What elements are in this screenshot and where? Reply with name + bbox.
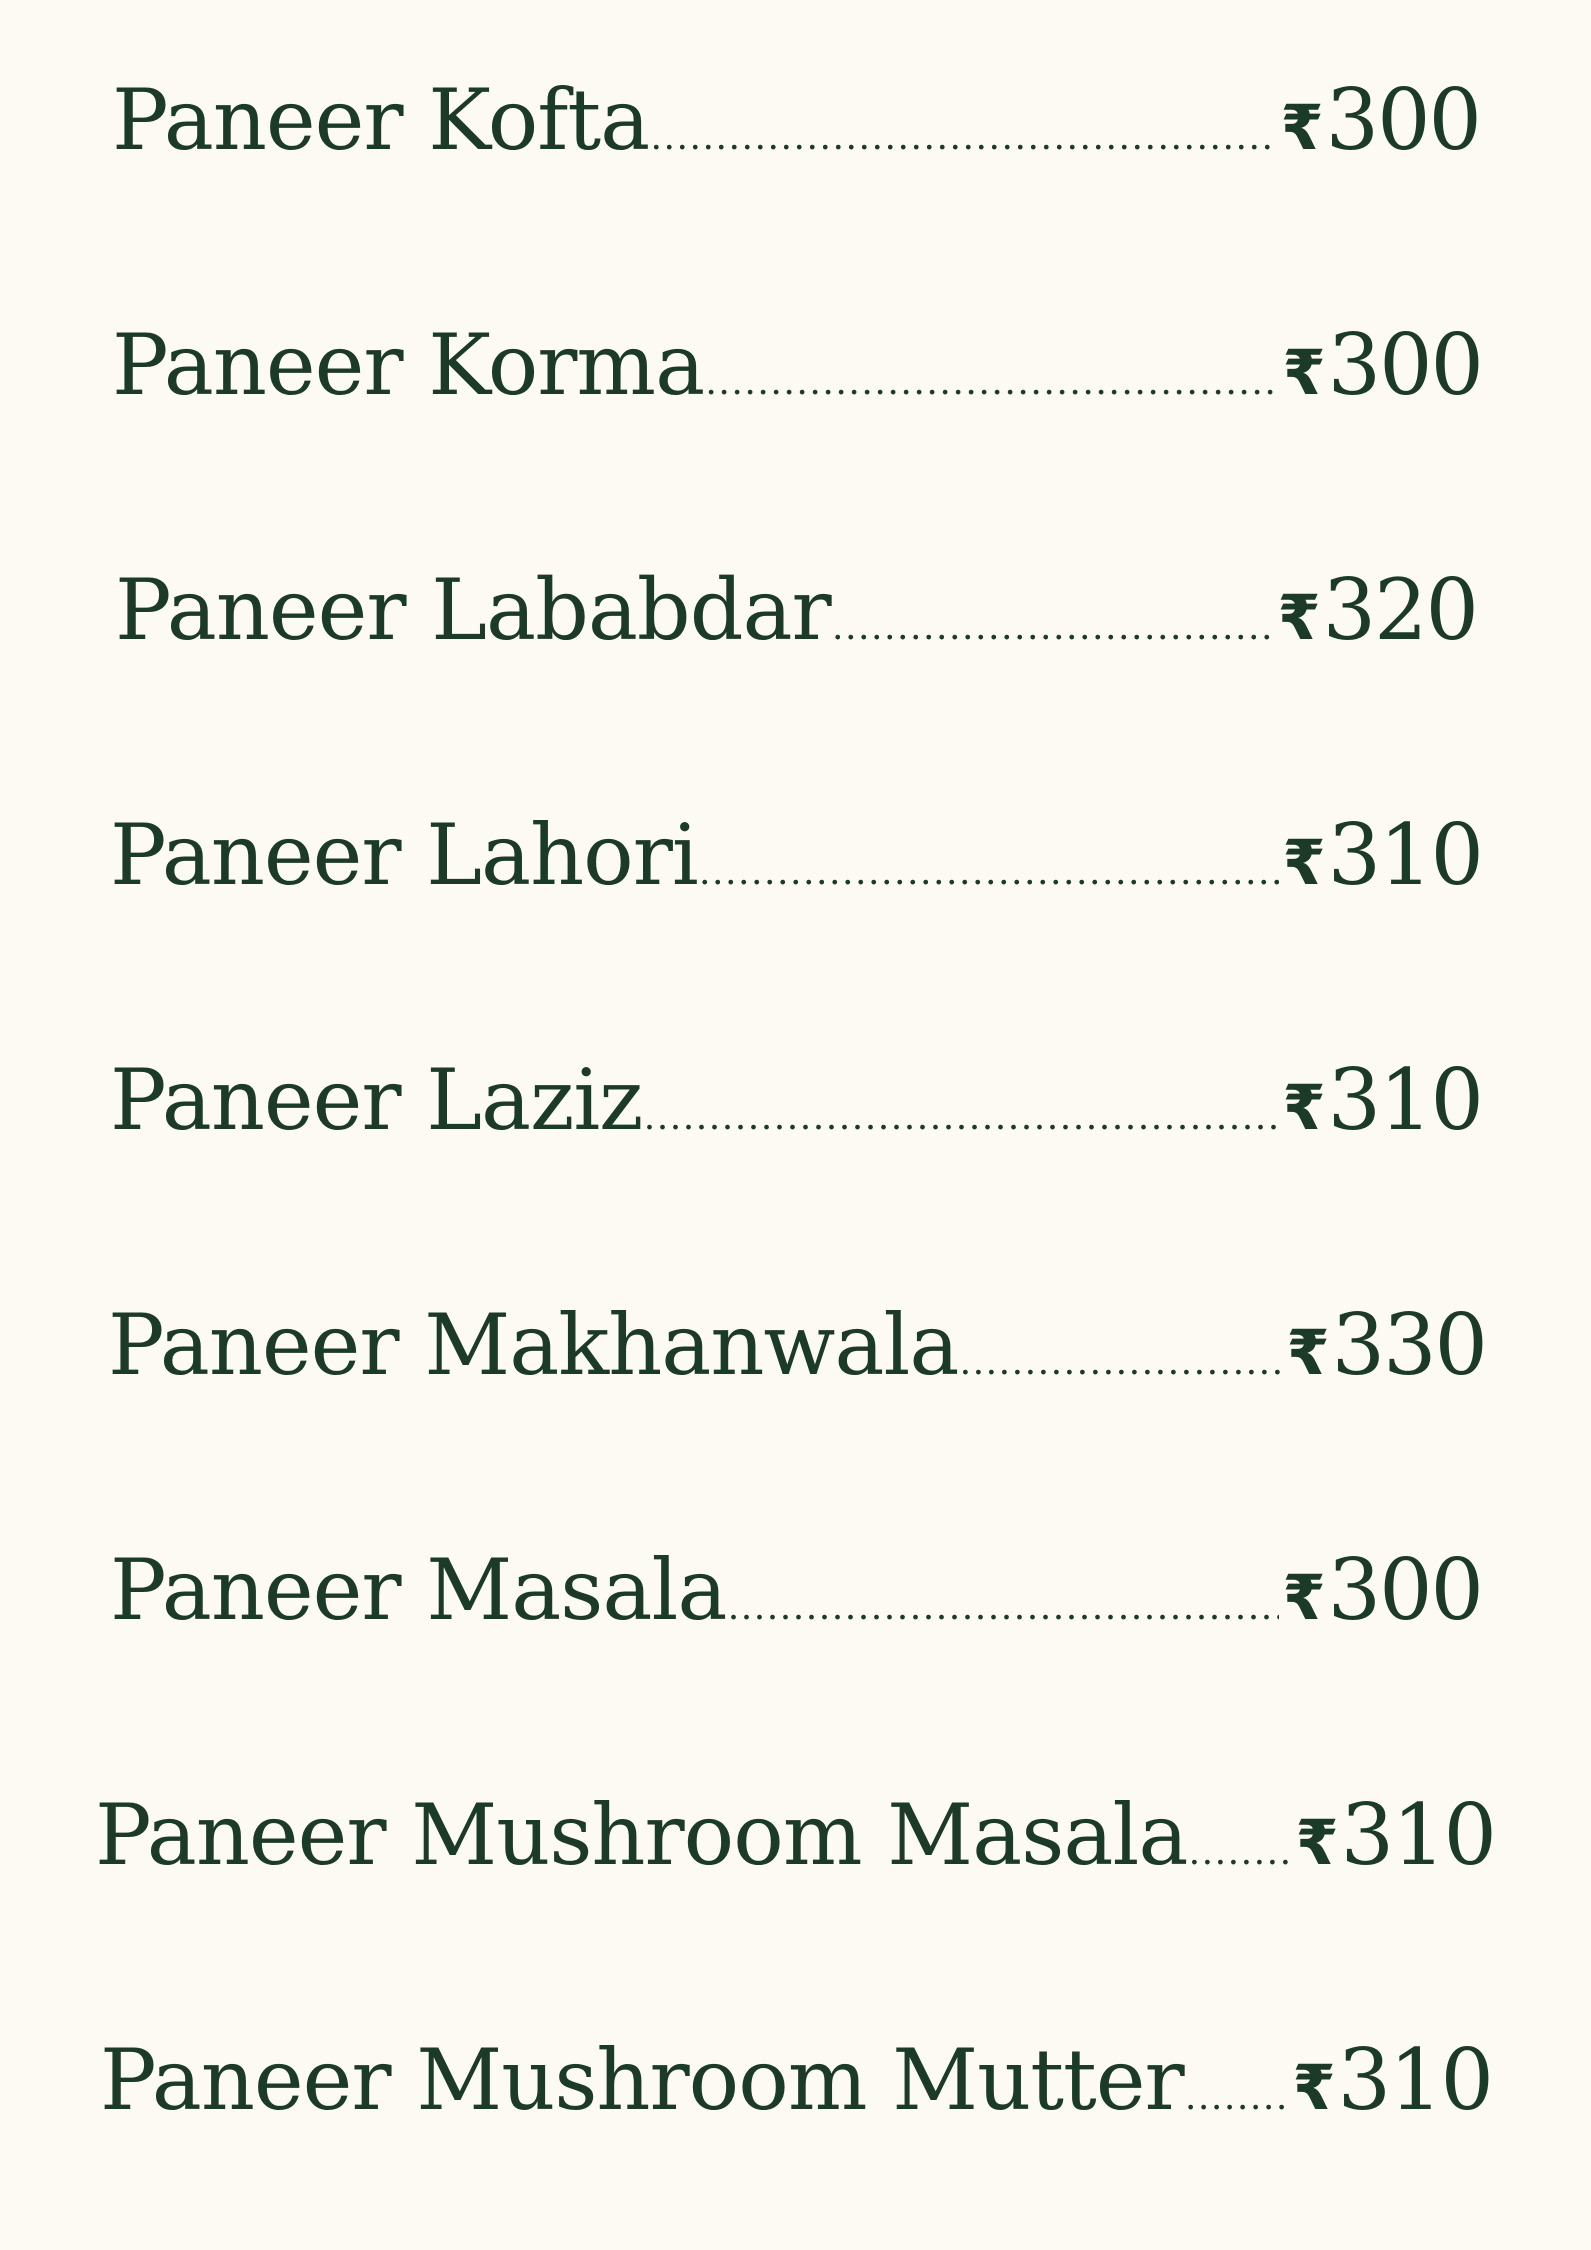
item-name: Paneer Lahori: [110, 806, 699, 904]
dot-leader: [644, 1061, 1278, 1155]
menu-item: Paneer Korma ₹300: [112, 310, 1482, 420]
price-amount: 330: [1331, 1296, 1486, 1394]
item-name: Paneer Kofta: [112, 71, 650, 169]
menu-item: Paneer Mushroom Mutter ₹310: [100, 2025, 1492, 2135]
dot-leader: [700, 816, 1279, 910]
dot-leader: [651, 81, 1276, 175]
rupee-icon: ₹: [1277, 581, 1321, 654]
rupee-icon: ₹: [1280, 91, 1324, 164]
item-name: Paneer Makhanwala: [108, 1296, 959, 1394]
item-name: Paneer Masala: [110, 1541, 727, 1639]
item-name: Paneer Mushroom Mutter: [100, 2031, 1185, 2129]
rupee-icon: ₹: [1292, 2051, 1336, 2124]
dot-leader: [960, 1306, 1282, 1400]
price-amount: 320: [1322, 561, 1477, 659]
price-amount: 310: [1327, 806, 1482, 904]
menu-item: Paneer Masala ₹300: [110, 1535, 1482, 1645]
item-name: Paneer Korma: [112, 316, 705, 414]
rupee-icon: ₹: [1282, 826, 1326, 899]
rupee-icon: ₹: [1282, 1071, 1326, 1144]
item-price: ₹300: [1283, 1535, 1482, 1645]
rupee-icon: ₹: [1286, 1316, 1330, 1389]
item-price: ₹310: [1293, 2025, 1492, 2135]
price-amount: 300: [1325, 71, 1480, 169]
dot-leader: [706, 326, 1278, 420]
rupee-icon: ₹: [1295, 1806, 1339, 1879]
rupee-icon: ₹: [1282, 336, 1326, 409]
item-price: ₹310: [1296, 1780, 1495, 1890]
dot-leader: [728, 1551, 1278, 1645]
menu-item: Paneer Lababdar ₹320: [115, 555, 1477, 665]
item-price: ₹310: [1283, 1045, 1482, 1155]
price-amount: 300: [1327, 1541, 1482, 1639]
price-amount: 310: [1337, 2031, 1492, 2129]
item-price: ₹320: [1278, 555, 1477, 665]
menu-item: Paneer Makhanwala ₹330: [108, 1290, 1486, 1400]
menu-item: Paneer Lahori ₹310: [110, 800, 1482, 910]
menu-item: Paneer Kofta ₹300: [112, 65, 1480, 175]
item-price: ₹310: [1283, 800, 1482, 910]
price-amount: 310: [1327, 1051, 1482, 1149]
price-amount: 310: [1340, 1786, 1495, 1884]
dot-leader: [1189, 1796, 1291, 1890]
price-amount: 300: [1327, 316, 1482, 414]
menu-item: Paneer Mushroom Masala ₹310: [95, 1780, 1495, 1890]
dot-leader: [1186, 2041, 1289, 2135]
menu-list: Paneer Kofta ₹300 Paneer Korma ₹300 Pane…: [0, 0, 1591, 2250]
item-name: Paneer Mushroom Masala: [95, 1786, 1188, 1884]
item-price: ₹300: [1283, 310, 1482, 420]
item-price: ₹330: [1287, 1290, 1486, 1400]
item-name: Paneer Laziz: [110, 1051, 643, 1149]
item-price: ₹300: [1281, 65, 1480, 175]
item-name: Paneer Lababdar: [115, 561, 832, 659]
rupee-icon: ₹: [1282, 1561, 1326, 1634]
menu-item: Paneer Laziz ₹310: [110, 1045, 1482, 1155]
dot-leader: [833, 571, 1274, 665]
